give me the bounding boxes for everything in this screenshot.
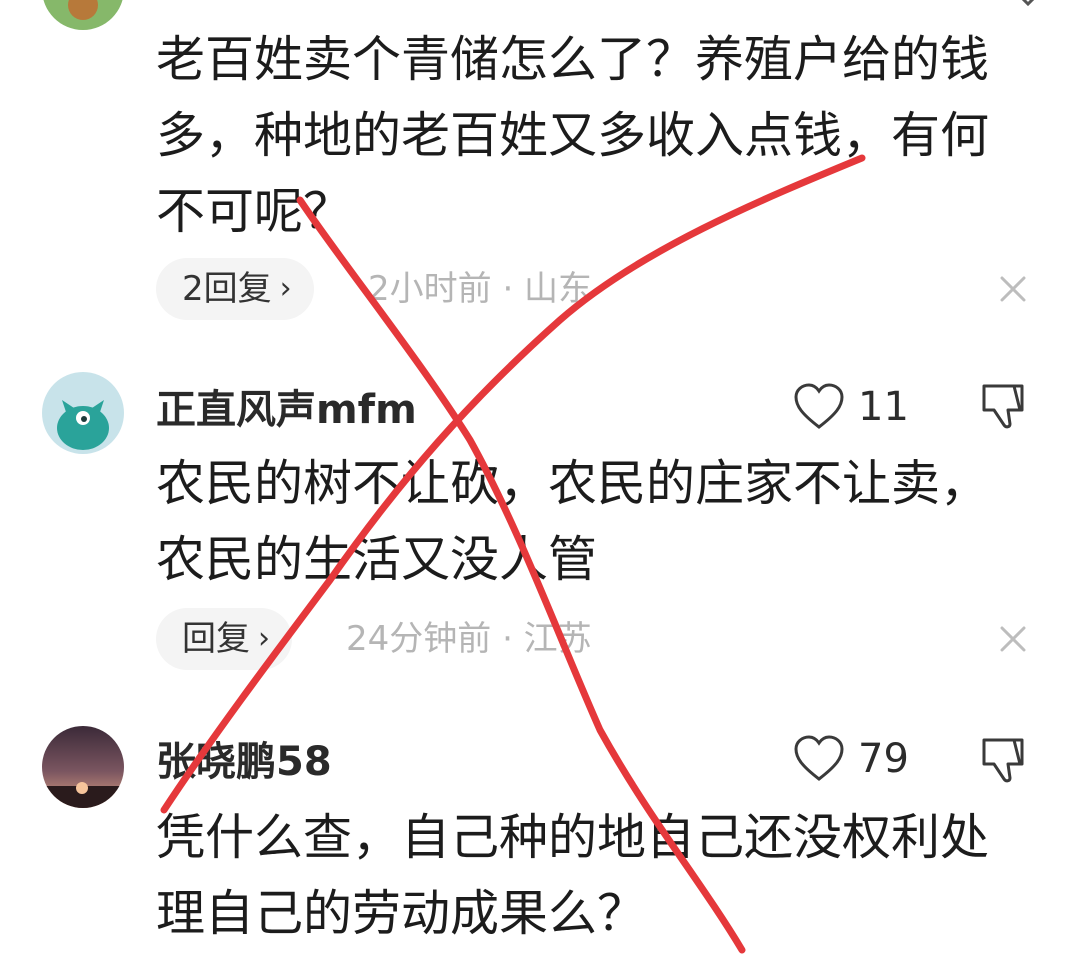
heart-outline-icon bbox=[794, 383, 844, 429]
like-button[interactable]: 11 bbox=[792, 382, 909, 432]
thumbs-down-icon[interactable] bbox=[976, 378, 1030, 432]
avatar[interactable] bbox=[42, 372, 124, 454]
more-icon[interactable] bbox=[1016, 0, 1040, 8]
username[interactable]: 张晓鹏58 bbox=[156, 738, 332, 786]
monster-avatar-icon bbox=[57, 400, 109, 450]
reply-button[interactable]: 2回复 › bbox=[156, 258, 314, 320]
reply-label: 2回复 bbox=[182, 269, 272, 309]
comment-text: 老百姓卖个青储怎么了？养殖户给的钱多，种地的老百姓又多收入点钱，有何不可呢？ bbox=[156, 31, 990, 240]
chevron-right-icon: › bbox=[258, 621, 270, 656]
reply-button[interactable]: 回复 › bbox=[156, 608, 292, 670]
close-icon[interactable] bbox=[996, 272, 1030, 306]
like-count: 11 bbox=[858, 384, 909, 430]
chevron-right-icon: › bbox=[279, 271, 292, 306]
like-count: 79 bbox=[858, 736, 909, 782]
like-button[interactable]: 79 bbox=[792, 734, 909, 784]
heart-outline-icon bbox=[794, 735, 844, 781]
username[interactable]: 正直风声mfm bbox=[156, 386, 417, 434]
avatar[interactable] bbox=[42, 0, 124, 30]
reply-label: 回复 bbox=[182, 619, 250, 659]
close-icon[interactable] bbox=[996, 622, 1030, 656]
sunset-avatar-icon bbox=[42, 782, 124, 808]
comment-text: 农民的树不让砍，农民的庄家不让卖，农民的生活又没人管 bbox=[156, 455, 990, 588]
comment-text: 凭什么查，自己种的地自己还没权利处理自己的劳动成果么？ bbox=[156, 809, 990, 942]
avocado-pit bbox=[68, 0, 98, 20]
avatar[interactable] bbox=[42, 726, 124, 808]
comment-meta: 24分钟前 · 江苏 bbox=[346, 619, 592, 659]
thumbs-down-icon[interactable] bbox=[976, 732, 1030, 786]
comment-meta: 2小时前 · 山东 bbox=[368, 269, 593, 309]
